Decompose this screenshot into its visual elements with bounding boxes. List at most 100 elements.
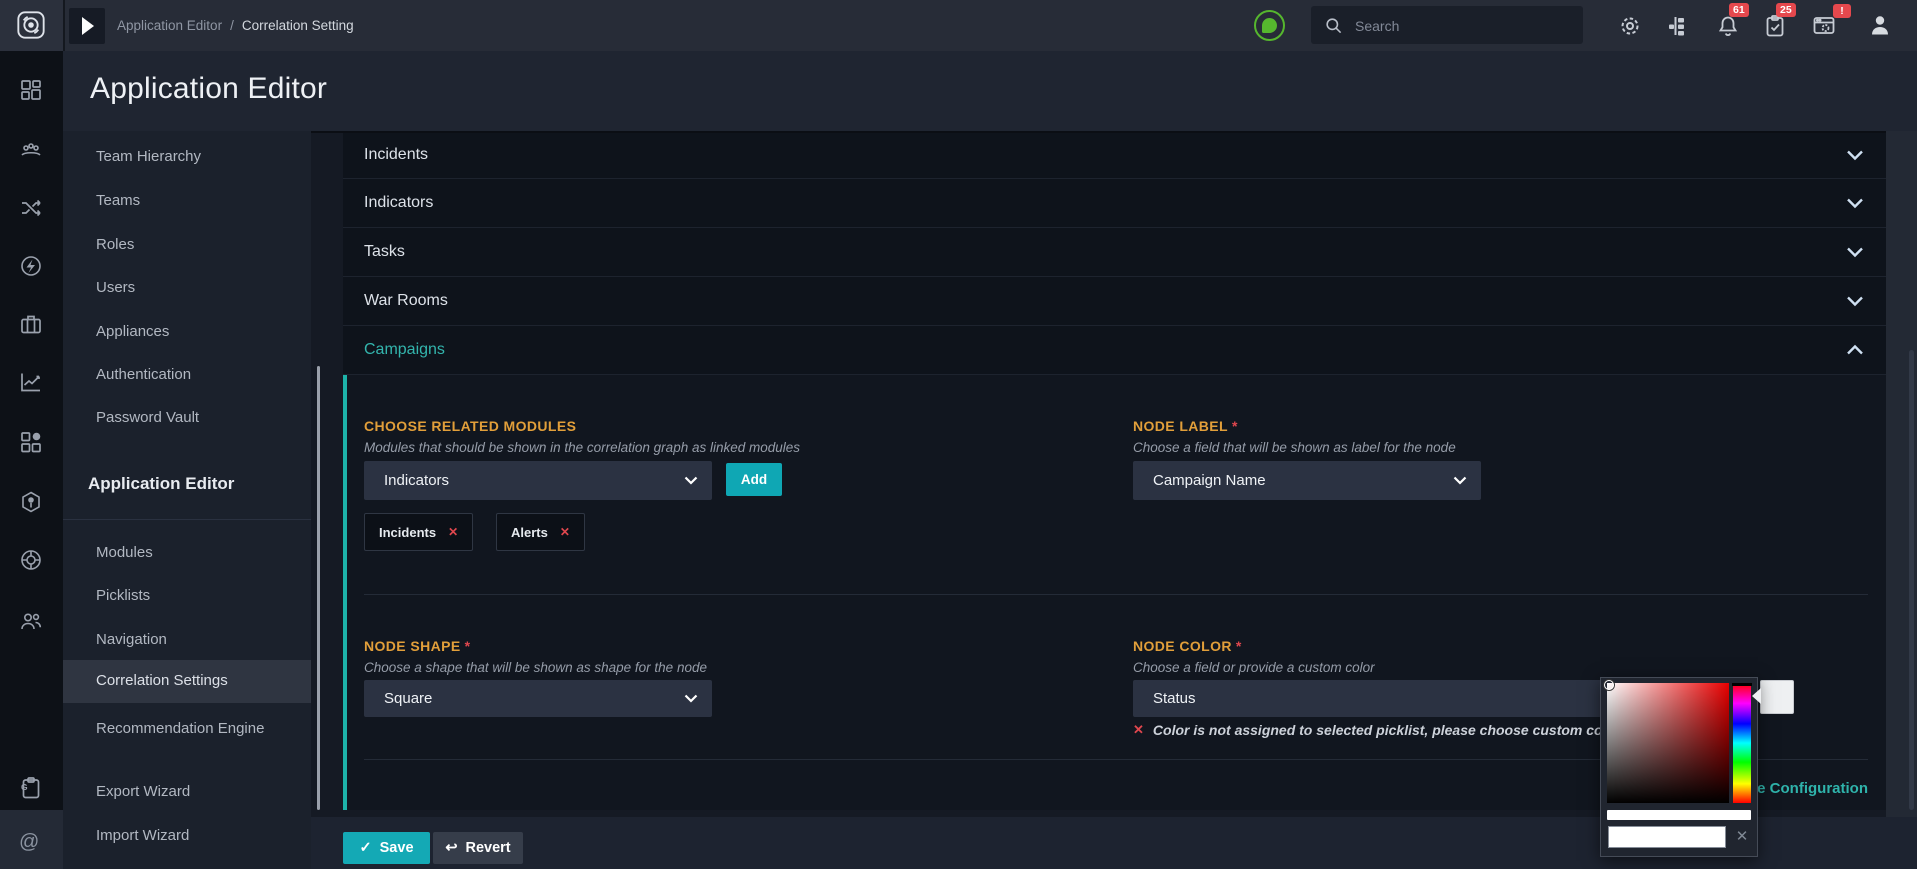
sidebar-item-import-wizard[interactable]: Import Wizard bbox=[96, 827, 189, 844]
related-modules-hint: Modules that should be shown in the corr… bbox=[364, 440, 801, 455]
sidebar-item-team-hierarchy[interactable]: Team Hierarchy bbox=[96, 148, 201, 165]
related-modules-label: CHOOSE RELATED MODULES bbox=[364, 418, 576, 434]
chevron-down-icon[interactable] bbox=[1846, 246, 1864, 258]
divider bbox=[364, 594, 1868, 595]
chevron-down-icon[interactable] bbox=[1846, 197, 1864, 209]
required-mark: * bbox=[1235, 638, 1242, 654]
search-box bbox=[1311, 6, 1583, 46]
label-text: NODE SHAPE bbox=[364, 638, 461, 654]
user-icon[interactable] bbox=[1868, 13, 1892, 37]
system-health-icon[interactable] bbox=[1254, 10, 1285, 41]
sidebar-item-roles[interactable]: Roles bbox=[96, 236, 134, 253]
check-icon: ✓ bbox=[359, 840, 372, 856]
hexagon-pin-icon[interactable] bbox=[19, 490, 43, 514]
icon-rail bbox=[0, 51, 63, 869]
dropdown-value: Status bbox=[1153, 690, 1196, 707]
clear-color-icon[interactable]: ✕ bbox=[1732, 827, 1752, 847]
node-shape-dropdown[interactable]: Square bbox=[364, 680, 712, 717]
revert-arrow-icon: ↩ bbox=[445, 840, 458, 856]
widgets-icon[interactable] bbox=[19, 430, 43, 454]
related-modules-dropdown[interactable]: Indicators bbox=[364, 461, 712, 500]
system-alert-badge: ! bbox=[1833, 4, 1851, 18]
chevron-down-icon[interactable] bbox=[1846, 149, 1864, 161]
sidebar-scrollbar-thumb[interactable] bbox=[317, 366, 320, 810]
clipboard-check-icon[interactable] bbox=[1763, 14, 1787, 38]
sidebar-item-recommendation-engine[interactable]: Recommendation Engine bbox=[96, 718, 266, 739]
shuffle-icon[interactable] bbox=[19, 196, 43, 220]
custom-color-swatch[interactable] bbox=[1760, 680, 1794, 714]
sidebar-item-teams[interactable]: Teams bbox=[96, 192, 140, 209]
lifebuoy-icon[interactable] bbox=[19, 548, 43, 572]
required-mark: * bbox=[464, 638, 471, 654]
gear-icon[interactable] bbox=[1618, 14, 1642, 38]
breadcrumb-parent[interactable]: Application Editor bbox=[117, 18, 222, 33]
window-gear-icon[interactable] bbox=[1812, 14, 1836, 38]
sidebar-item-export-wizard[interactable]: Export Wizard bbox=[96, 783, 190, 800]
revert-label: Revert bbox=[465, 840, 511, 856]
breadcrumb-current: Correlation Setting bbox=[241, 18, 354, 33]
node-label-dropdown[interactable]: Campaign Name bbox=[1133, 461, 1481, 500]
sidebar-item-modules[interactable]: Modules bbox=[96, 544, 153, 561]
chip-remove-icon[interactable]: ✕ bbox=[448, 525, 458, 539]
chip-alerts[interactable]: Alerts ✕ bbox=[496, 513, 585, 551]
sidebar-item-correlation-settings[interactable]: Correlation Settings bbox=[63, 660, 311, 703]
revert-button[interactable]: ↩ Revert bbox=[433, 832, 523, 864]
configuration-link[interactable]: e Configuration bbox=[1757, 780, 1868, 797]
sidebar-item-users[interactable]: Users bbox=[96, 279, 135, 296]
accordion-row-indicators[interactable]: Indicators bbox=[343, 179, 1886, 228]
sidebar-expand-button[interactable] bbox=[69, 8, 105, 44]
sidebar-item-appliances[interactable]: Appliances bbox=[96, 323, 169, 340]
breadcrumb: Application Editor / Correlation Setting bbox=[117, 0, 354, 51]
accordion-label: Tasks bbox=[364, 243, 405, 260]
accordion-row-tasks[interactable]: Tasks bbox=[343, 228, 1886, 277]
sidebar-item-authentication[interactable]: Authentication bbox=[96, 366, 191, 383]
search-icon bbox=[1326, 18, 1342, 34]
add-button[interactable]: Add bbox=[726, 463, 782, 496]
dashboard-icon[interactable] bbox=[19, 78, 43, 102]
chevron-down-icon bbox=[684, 694, 698, 703]
saturation-marker[interactable] bbox=[1604, 680, 1614, 690]
required-mark: * bbox=[1232, 418, 1238, 434]
top-bar: Application Editor / Correlation Setting bbox=[0, 0, 1917, 52]
search-input[interactable] bbox=[1353, 6, 1577, 46]
sidebar-section-header: Application Editor bbox=[88, 474, 235, 493]
accordion-row-incidents[interactable]: Incidents bbox=[343, 133, 1886, 179]
chevron-down-icon bbox=[684, 476, 698, 485]
at-icon[interactable]: @ bbox=[19, 831, 39, 854]
save-button[interactable]: ✓ Save bbox=[343, 832, 430, 864]
label-text: NODE COLOR bbox=[1133, 638, 1232, 654]
bell-icon[interactable] bbox=[1716, 14, 1740, 38]
save-label: Save bbox=[379, 840, 414, 856]
saturation-area[interactable] bbox=[1604, 680, 1729, 803]
alpha-slider[interactable] bbox=[1607, 810, 1751, 820]
sitemap-icon[interactable] bbox=[1666, 14, 1690, 38]
sidebar-item-navigation[interactable]: Navigation bbox=[96, 631, 167, 648]
queues-icon[interactable] bbox=[19, 138, 43, 162]
node-label-label: NODE LABEL * bbox=[1133, 418, 1238, 434]
sidebar-item-picklists[interactable]: Picklists bbox=[96, 587, 150, 604]
node-label-hint: Choose a field that will be shown as lab… bbox=[1133, 440, 1456, 455]
page-scrollbar-thumb[interactable] bbox=[1909, 350, 1914, 810]
accordion-row-campaigns[interactable]: Campaigns bbox=[343, 326, 1886, 375]
chip-incidents[interactable]: Incidents ✕ bbox=[364, 513, 474, 551]
picker-arrow bbox=[1752, 688, 1761, 704]
chart-icon[interactable] bbox=[19, 370, 43, 394]
accordion-row-war-rooms[interactable]: War Rooms bbox=[343, 277, 1886, 326]
chevron-down-icon[interactable] bbox=[1846, 295, 1864, 307]
chip-remove-icon[interactable]: ✕ bbox=[560, 525, 570, 539]
briefcase-icon[interactable] bbox=[19, 312, 43, 336]
divider bbox=[63, 519, 311, 520]
error-x-icon: ✕ bbox=[1133, 722, 1144, 737]
accordion-label: Campaigns bbox=[364, 341, 445, 358]
hue-slider[interactable] bbox=[1733, 683, 1751, 803]
color-hex-input[interactable] bbox=[1608, 826, 1726, 848]
node-color-error: ✕ Color is not assigned to selected pick… bbox=[1133, 722, 1624, 738]
hue-marker[interactable] bbox=[1732, 683, 1752, 686]
bolt-icon[interactable] bbox=[19, 254, 43, 278]
people-icon[interactable] bbox=[19, 609, 43, 633]
chip-label: Alerts bbox=[511, 524, 548, 540]
sidebar-item-password-vault[interactable]: Password Vault bbox=[96, 409, 199, 426]
label-text: NODE LABEL bbox=[1133, 418, 1228, 434]
logo-target-icon bbox=[17, 11, 45, 39]
chevron-up-icon[interactable] bbox=[1846, 344, 1864, 356]
